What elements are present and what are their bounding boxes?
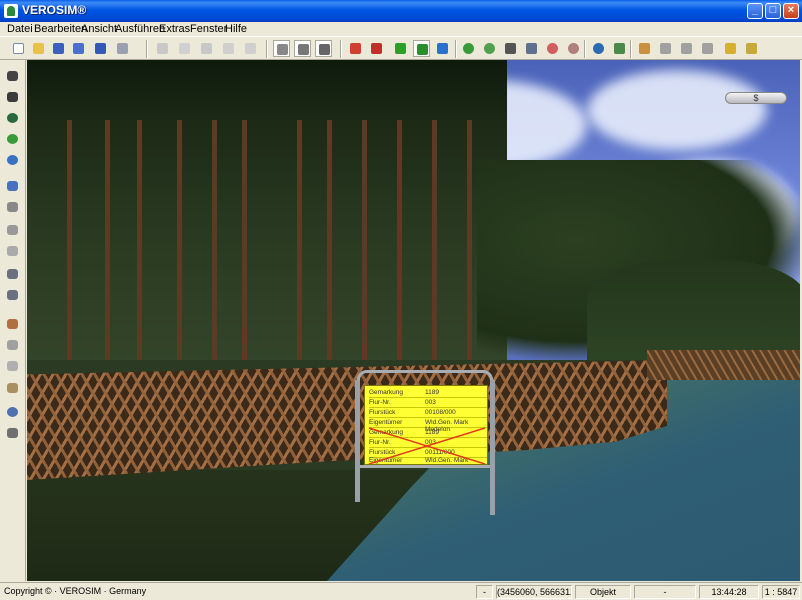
open-icon[interactable] [30, 40, 47, 57]
tool-3-icon[interactable] [678, 40, 695, 57]
map-icon[interactable] [611, 40, 628, 57]
save-as-icon[interactable] [70, 40, 87, 57]
bracket-icon[interactable] [315, 40, 332, 57]
main-toolbar [0, 36, 802, 60]
zoom-in-icon[interactable] [481, 40, 498, 57]
print-dropdown-icon[interactable] [114, 40, 131, 57]
sign-cross-out [368, 427, 486, 464]
gear-icon[interactable] [4, 404, 21, 420]
h-icon[interactable] [4, 266, 21, 282]
app-icon[interactable] [4, 4, 18, 18]
tool-4-icon[interactable] [699, 40, 716, 57]
status-coordinates: (3456060, 5666312) [496, 585, 572, 599]
3d-viewport[interactable]: $ Gemarkung 1189 Flur-Nr. 003 Flurstück 001… [27, 60, 800, 581]
status-bar: Copyright © · VEROSIM · Germany - (34560… [0, 582, 802, 600]
compass-widget[interactable]: $ [725, 92, 787, 104]
flag-icon[interactable] [4, 425, 21, 441]
undo-icon[interactable] [220, 40, 237, 57]
sign-row: Gemarkung1189 [369, 389, 487, 398]
menu-ausfuehren[interactable]: Ausführen [115, 22, 165, 36]
leaf-icon[interactable] [4, 131, 21, 147]
sign-row: Flurstück 00108/000 [369, 409, 487, 418]
export-icon[interactable] [368, 40, 385, 57]
link-icon[interactable] [273, 40, 290, 57]
paste-icon[interactable] [198, 40, 215, 57]
globe-icon[interactable] [590, 40, 607, 57]
menu-bar: Datei Bearbeiten Ansicht Ausführen Extra… [0, 22, 802, 36]
print-icon[interactable] [92, 40, 109, 57]
save-icon[interactable] [50, 40, 67, 57]
move-icon[interactable] [392, 40, 409, 57]
minimize-button[interactable]: _ [747, 3, 763, 19]
select-icon[interactable] [460, 40, 477, 57]
frame-icon[interactable] [743, 40, 760, 57]
status-dash: - [476, 585, 493, 599]
status-scale: 1 : 5847 [762, 585, 800, 599]
brush-icon[interactable] [4, 316, 21, 332]
left-toolbar [0, 60, 26, 581]
menu-extras[interactable]: Extras [159, 22, 190, 36]
curve-icon[interactable] [4, 380, 21, 396]
axis-icon[interactable] [434, 40, 451, 57]
property-sign: Gemarkung 1189 Flur-Nr. 003 Flurstück 00108… [364, 385, 488, 465]
crosshair-icon[interactable] [4, 152, 21, 168]
copyright-text: Copyright © · VEROSIM · Germany [4, 586, 147, 596]
cross-icon[interactable] [4, 243, 21, 259]
zoom-reset-icon[interactable] [565, 40, 582, 57]
copy-icon[interactable] [176, 40, 193, 57]
redo-icon[interactable] [242, 40, 259, 57]
maximize-button[interactable]: □ [765, 3, 781, 19]
tool-1-icon[interactable] [636, 40, 653, 57]
dots-icon[interactable] [4, 358, 21, 374]
render-icon[interactable] [347, 40, 364, 57]
status-dash-2: - [634, 585, 696, 599]
tool-2-icon[interactable] [657, 40, 674, 57]
rotate-icon[interactable] [413, 40, 430, 57]
h2-icon[interactable] [4, 287, 21, 303]
pointer-icon[interactable] [4, 68, 21, 84]
menu-hilfe[interactable]: Hilfe [225, 22, 247, 36]
menu-fenster[interactable]: Fenster [190, 22, 227, 36]
window-title: VEROSIM® [22, 3, 87, 17]
status-time: 13:44:28 [699, 585, 759, 599]
status-mode: Objekt [575, 585, 631, 599]
fit-icon[interactable] [502, 40, 519, 57]
cut-icon[interactable] [154, 40, 171, 57]
new-icon[interactable] [10, 40, 27, 57]
sign-row: Flur-Nr. 003 [369, 399, 487, 408]
chain-icon[interactable] [294, 40, 311, 57]
menu-bearbeiten[interactable]: Bearbeiten [34, 22, 87, 36]
menu-datei[interactable]: Datei [7, 22, 33, 36]
zoom-out-icon[interactable] [544, 40, 561, 57]
pencil-icon[interactable] [4, 178, 21, 194]
close-button[interactable]: × [783, 3, 799, 19]
eraser-icon[interactable] [4, 337, 21, 353]
zoom-box-icon[interactable] [523, 40, 540, 57]
menu-ansicht[interactable]: Ansicht [81, 22, 117, 36]
sphere-icon[interactable] [4, 110, 21, 126]
arrow-icon[interactable] [4, 199, 21, 215]
x-icon[interactable] [4, 222, 21, 238]
camera-icon[interactable] [722, 40, 739, 57]
paint-icon[interactable] [4, 89, 21, 105]
title-bar: VEROSIM® _ □ × [0, 0, 802, 22]
